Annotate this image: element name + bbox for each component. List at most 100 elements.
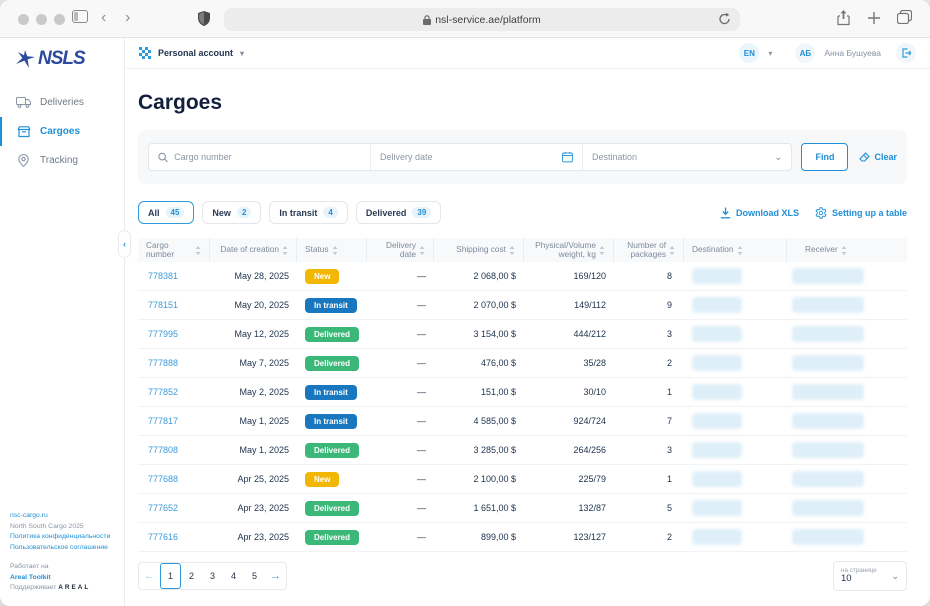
table-row[interactable]: 778381 May 28, 2025 New — 2 068,00 $ 169… [138,262,907,291]
column-header-packages[interactable]: Number of packages [614,238,684,262]
cargo-number-link[interactable]: 777616 [138,532,210,542]
column-header-receiver[interactable]: Receiver [787,238,907,262]
back-button[interactable]: ‹ [101,9,106,27]
cargo-number-link[interactable]: 777808 [138,445,210,455]
cargo-number-link[interactable]: 777852 [138,387,210,397]
pagination-page-4[interactable]: 4 [223,563,244,589]
window-close-button[interactable] [18,14,29,25]
areal-toolkit-link[interactable]: Areal Toolkit [10,573,122,584]
new-tab-icon[interactable] [868,12,880,24]
language-switcher[interactable]: EN [739,43,759,63]
table-row[interactable]: 777888 May 7, 2025 Delivered — 476,00 $ … [138,349,907,378]
per-page-select[interactable]: на странице 10 ⌄ [833,561,907,591]
column-header-delivery-date[interactable]: Delivery date [367,238,434,262]
pagination-prev-button[interactable]: ← [139,563,160,589]
pagination-next-button[interactable]: → [265,563,286,589]
main-area: Personal account ▾ EN ▾ АБ Анна Бушуева … [125,38,930,606]
delivery-date-input[interactable] [380,152,556,162]
reload-icon[interactable] [718,12,731,26]
column-header-cargo-number[interactable]: Cargo number [138,238,210,262]
clear-button[interactable]: Clear [859,152,897,163]
tab-delivered[interactable]: Delivered39 [356,201,441,224]
forward-button[interactable]: › [125,9,130,27]
table-settings-button[interactable]: Setting up a table [815,207,907,219]
column-header-destination[interactable]: Destination [684,238,787,262]
column-header-shipping-cost[interactable]: Shipping cost [434,238,524,262]
receiver-cell [787,268,907,284]
weight-cell: 924/724 [524,416,614,426]
cargo-number-link[interactable]: 778381 [138,271,210,281]
cargo-number-input[interactable] [174,152,361,162]
download-icon [720,207,731,219]
window-minimize-button[interactable] [36,14,47,25]
cargo-number-link[interactable]: 777688 [138,474,210,484]
tab-all[interactable]: All45 [138,201,194,224]
cargo-number-link[interactable]: 777888 [138,358,210,368]
receiver-redacted [792,384,864,400]
find-button[interactable]: Find [801,143,848,171]
lock-icon [423,15,431,25]
sidebar-item-cargoes[interactable]: Cargoes [0,117,124,146]
tab-overview-icon[interactable] [897,10,912,24]
pagination-page-5[interactable]: 5 [244,563,265,589]
weight-cell: 225/79 [524,474,614,484]
sidebar-item-tracking[interactable]: Tracking [0,146,124,175]
logo-star-icon [14,48,36,70]
tab-new[interactable]: New2 [202,201,261,224]
destination-select[interactable] [592,152,768,162]
receiver-redacted [792,413,864,429]
table-row[interactable]: 777808 May 1, 2025 Delivered — 3 285,00 … [138,436,907,465]
table-row[interactable]: 777688 Apr 25, 2025 New — 2 100,00 $ 225… [138,465,907,494]
shipping-cost-cell: 476,00 $ [434,358,524,368]
privacy-policy-link[interactable]: Политика конфиденциальности [10,532,122,543]
table-row[interactable]: 777995 May 12, 2025 Delivered — 3 154,00… [138,320,907,349]
cargo-number-link[interactable]: 778151 [138,300,210,310]
sidebar-toggle-icon[interactable] [72,10,88,23]
page-title: Cargoes [138,91,907,115]
calendar-icon[interactable] [562,151,573,163]
workspace-label: Personal account [158,48,233,58]
delivery-date-cell: — [367,329,434,339]
workspace-switcher[interactable]: Personal account ▾ [139,47,244,59]
destination-field[interactable]: ⌄ [583,144,791,170]
download-xls-button[interactable]: Download XLS [720,207,799,219]
table-row[interactable]: 777616 Apr 23, 2025 Delivered — 899,00 $… [138,523,907,552]
address-bar[interactable]: nsl-service.ae/platform [224,8,740,31]
avatar[interactable]: АБ [795,43,815,63]
window-zoom-button[interactable] [54,14,65,25]
destination-cell [684,471,787,487]
shield-icon[interactable] [198,11,210,26]
sidebar-item-label: Cargoes [40,126,80,137]
share-icon[interactable] [837,10,850,26]
delivery-date-field[interactable] [371,144,583,170]
table-row[interactable]: 778151 May 20, 2025 In transit — 2 070,0… [138,291,907,320]
pagination-page-2[interactable]: 2 [181,563,202,589]
column-header-status[interactable]: Status [297,238,367,262]
packages-cell: 2 [614,532,684,542]
column-header-date-of-creation[interactable]: Date of creation [210,238,297,262]
url-text: nsl-service.ae/platform [435,14,541,26]
logout-button[interactable] [896,43,916,63]
cargo-number-link[interactable]: 777652 [138,503,210,513]
logout-icon [901,48,911,58]
column-header-weight[interactable]: Physical/Volume weight, kg [524,238,614,262]
terms-link[interactable]: Пользовательское соглашение [10,543,122,554]
table-row[interactable]: 777852 May 2, 2025 In transit — 151,00 $… [138,378,907,407]
cargo-number-link[interactable]: 777817 [138,416,210,426]
sidebar-item-deliveries[interactable]: Deliveries [0,88,124,117]
table-row[interactable]: 777652 Apr 23, 2025 Delivered — 1 651,00… [138,494,907,523]
pagination-page-1[interactable]: 1 [160,563,181,589]
table-row[interactable]: 777817 May 1, 2025 In transit — 4 585,00… [138,407,907,436]
pagination-page-3[interactable]: 3 [202,563,223,589]
cargo-number-link[interactable]: 777995 [138,329,210,339]
tab-count-badge: 4 [323,207,337,218]
window-controls[interactable] [18,14,65,25]
receiver-redacted [792,297,864,313]
receiver-redacted [792,529,864,545]
chevron-down-icon[interactable]: ▾ [768,49,772,58]
app-logo[interactable]: NSLS [0,38,124,78]
cargo-number-field[interactable] [149,144,371,170]
site-link[interactable]: nsc-cargo.ru [10,511,122,522]
tab-in-transit[interactable]: In transit4 [269,201,347,224]
sidebar-collapse-button[interactable]: ‹ [118,230,131,258]
